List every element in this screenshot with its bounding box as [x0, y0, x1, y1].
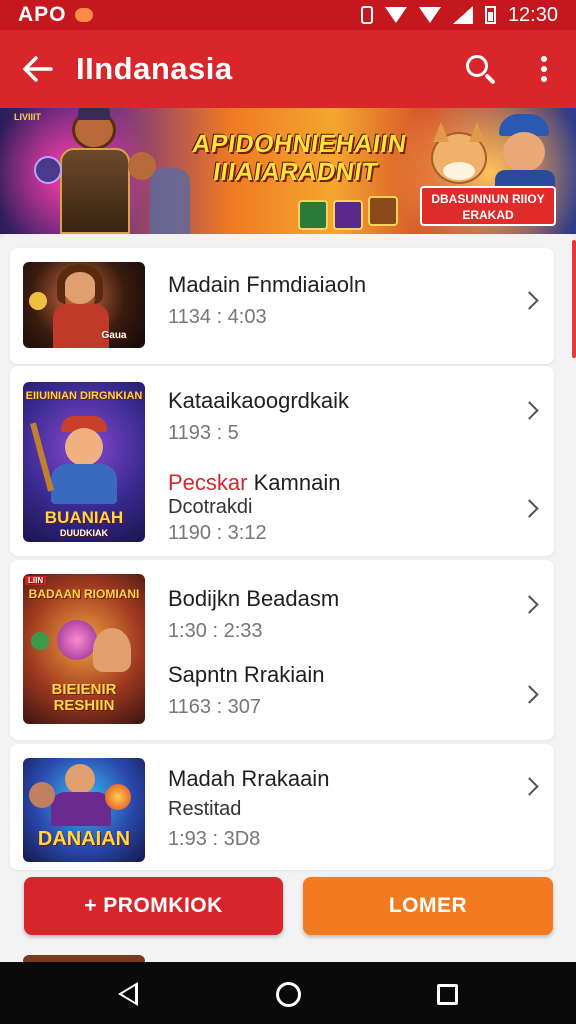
- list-item-meta: 1:93 : 3D8: [168, 828, 261, 850]
- thumb-subcaption: DUUDKIAK: [60, 528, 108, 538]
- thumb-caption: Gaua: [101, 330, 127, 341]
- list-item-meta: 1193 : 5: [168, 422, 239, 444]
- promo-button[interactable]: + PROMKIOK: [24, 877, 283, 935]
- thumb-character: [93, 628, 131, 672]
- list-item-subtitle: Dcotrakdi: [168, 496, 253, 518]
- list-item-title: Sapntn Rrakiain: [168, 662, 325, 687]
- app-bar-actions: [448, 30, 576, 108]
- nav-back-icon[interactable]: [118, 982, 138, 1006]
- chevron-right-icon[interactable]: [520, 776, 542, 798]
- status-app-text: APO: [18, 3, 67, 26]
- vibrate-icon: [360, 6, 373, 24]
- list-item-thumbnail: EIIUINIAN DIRGNKIAN BUANIAH DUUDKIAK: [23, 382, 145, 542]
- thumb-face: [65, 428, 103, 466]
- status-bar: APO 12:30: [0, 0, 576, 30]
- list-item-thumbnail: DANAIAN: [23, 758, 145, 862]
- banner-tile-2: [333, 200, 363, 230]
- list-item-title: Kamnain: [253, 470, 341, 495]
- thumb-character: [65, 764, 95, 794]
- list-item-thumbnail: LIIN BADAAN RIOMIANI BIEIENIR RESHIIN: [23, 574, 145, 724]
- promo-banner[interactable]: LIVIIIT APIDOHNIEHAIIN IIIAIARADNIT DBAS…: [0, 108, 576, 234]
- thumb-staff: [30, 422, 54, 492]
- thumb-orb: [105, 784, 131, 810]
- status-right: 12:30: [360, 3, 558, 27]
- scrollbar[interactable]: [572, 240, 576, 358]
- thumb-caption: BUANIAH: [44, 508, 124, 527]
- chevron-right-icon[interactable]: [520, 498, 542, 520]
- banner-title: APIDOHNIEHAIIN IIIAIARADNIT: [190, 130, 409, 186]
- thumb-caption: DANAIAN: [37, 828, 131, 850]
- chevron-right-icon[interactable]: [520, 290, 542, 312]
- list-item-text: Madah Rrakaain Restitad 1:93 : 3D8: [168, 766, 329, 851]
- thumb-orb: [29, 292, 47, 310]
- list-item-text: Pecskar Kamnain Dcotrakdi 1190 : 3:12: [168, 470, 340, 545]
- notification-icon: [74, 8, 93, 22]
- list-item-meta: 1:30 : 2:33: [168, 620, 263, 642]
- banner-hero-boy: [485, 114, 565, 200]
- wifi-alt-icon: [418, 7, 441, 23]
- system-nav-bar: [0, 962, 576, 1024]
- list-item-thumbnail: Gaua: [23, 262, 145, 348]
- list-item-thumbnail-peek: [23, 955, 145, 962]
- nav-home-icon[interactable]: [276, 982, 301, 1007]
- list-item-title: Kataaikaoogrdkaik: [168, 388, 350, 413]
- list-card-4[interactable]: DANAIAN Madah Rrakaain Restitad 1:93 : 3…: [10, 744, 554, 870]
- list-item-text: Kataaikaoogrdkaik 1193 : 5: [168, 388, 349, 445]
- page-title: IIndanasia: [76, 51, 233, 86]
- banner-tile-1: [298, 200, 328, 230]
- list-card-3[interactable]: LIIN BADAAN RIOMIANI BIEIENIR RESHIIN Bo…: [10, 560, 554, 740]
- list-item-title: Madain Fnmdiaiaoln: [168, 272, 367, 297]
- search-button[interactable]: [448, 30, 512, 108]
- chevron-right-icon[interactable]: [520, 400, 542, 422]
- chevron-right-icon[interactable]: [520, 594, 542, 616]
- banner-corner-label: LIVIIIT: [14, 112, 41, 122]
- thumb-gem: [31, 632, 49, 650]
- banner-hero-left: [34, 108, 156, 234]
- list-item-title-highlight: Pecskar: [168, 470, 248, 495]
- list-item-title: Bodijkn Beadasm: [168, 586, 340, 611]
- status-time: 12:30: [507, 3, 558, 26]
- chevron-right-icon[interactable]: [520, 684, 542, 706]
- thumb-corner: LIIN: [25, 576, 47, 585]
- list-item-text: Bodijkn Beadasm 1:30 : 2:33: [168, 586, 339, 643]
- list-item-title-row: Pecskar Kamnain: [168, 470, 340, 496]
- thumb-caption-top: BADAAN RIOMIANI: [28, 587, 140, 601]
- battery-icon: [484, 6, 496, 24]
- list-card-1[interactable]: Gaua Madain Fnmdiaiaoln 1134 : 4:03: [10, 248, 554, 364]
- app-bar: IIndanasia: [0, 30, 576, 108]
- list-card-2[interactable]: EIIUINIAN DIRGNKIAN BUANIAH DUUDKIAK Kat…: [10, 366, 554, 556]
- thumb-orb: [57, 620, 97, 660]
- status-left: APO: [18, 3, 93, 27]
- wifi-icon: [384, 7, 407, 23]
- thumb-body: [51, 464, 117, 504]
- list-item-title: Madah Rrakaain: [168, 766, 330, 791]
- thumb-char-2: [29, 782, 55, 808]
- back-arrow-icon: [23, 56, 53, 82]
- thumb-caption: BIEIENIR RESHIIN: [51, 681, 117, 714]
- list-item-text: Sapntn Rrakiain 1163 : 307: [168, 662, 325, 719]
- thumb-body: [51, 792, 111, 826]
- thumb-caption-top: EIIUINIAN DIRGNKIAN: [25, 390, 143, 402]
- banner-badge: DBASUNNUN RIIOY ERAKAD: [420, 186, 556, 226]
- back-button[interactable]: [0, 30, 76, 108]
- overflow-menu-button[interactable]: [512, 30, 576, 108]
- list-item-meta: 1190 : 3:12: [168, 522, 267, 544]
- nav-recents-icon[interactable]: [437, 984, 458, 1005]
- banner-tile-3: [368, 196, 398, 226]
- thumb-hair: [57, 264, 103, 304]
- more-button[interactable]: LOMER: [303, 877, 553, 935]
- list-item-meta: 1163 : 307: [168, 696, 262, 718]
- more-vert-icon: [541, 56, 547, 82]
- cell-signal-icon: [452, 6, 473, 24]
- list-item-text: Madain Fnmdiaiaoln 1134 : 4:03: [168, 272, 366, 329]
- list-item-subtitle: Restitad: [168, 798, 242, 820]
- list-item-meta: 1134 : 4:03: [168, 306, 267, 328]
- search-icon: [466, 55, 488, 77]
- thumb-body: [53, 304, 109, 348]
